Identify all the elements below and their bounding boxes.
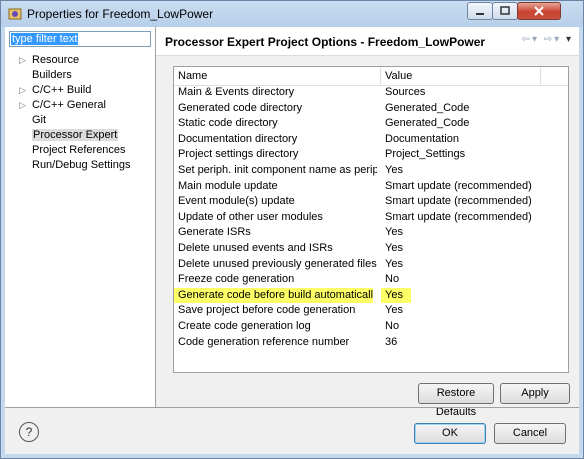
option-value[interactable]: Yes bbox=[381, 241, 535, 257]
option-name: Event module(s) update bbox=[178, 195, 295, 208]
apply-button[interactable]: Apply bbox=[500, 383, 570, 404]
table-row[interactable]: Generated code directory Generated_Code bbox=[174, 101, 568, 117]
option-value[interactable]: No bbox=[381, 319, 535, 335]
help-icon[interactable]: ? bbox=[19, 422, 39, 442]
table-row[interactable]: Create code generation log No bbox=[174, 319, 568, 335]
option-value[interactable]: Generated_Code bbox=[381, 101, 535, 117]
expand-arrow-icon[interactable]: ▷ bbox=[19, 98, 26, 113]
option-name: Documentation directory bbox=[178, 132, 298, 145]
tree-item-resource[interactable]: ▷ Resource bbox=[5, 53, 155, 68]
view-menu-icon[interactable]: ▾ bbox=[566, 34, 573, 45]
option-value[interactable]: Documentation bbox=[381, 132, 535, 148]
tree-item-run-debug-settings[interactable]: Run/Debug Settings bbox=[5, 158, 155, 173]
table-row[interactable]: Static code directory Generated_Code bbox=[174, 116, 568, 132]
column-header-value[interactable]: Value bbox=[381, 67, 541, 85]
option-value[interactable]: Yes bbox=[381, 257, 535, 273]
properties-dialog: Properties for Freedom_LowPower type fil… bbox=[0, 0, 584, 459]
window-title: Properties for Freedom_LowPower bbox=[27, 7, 214, 21]
preference-tree: ▷ Resource Builders ▷ C/C++ Build ▷ C/C++ G… bbox=[5, 53, 155, 173]
option-name: Save project before code generation bbox=[178, 304, 356, 317]
tree-item-processor-expert[interactable]: Processor Expert bbox=[5, 128, 155, 143]
dialog-body: type filter text ▷ Resource Builders ▷ C/C… bbox=[5, 27, 579, 454]
chevron-down-icon[interactable]: ▾ bbox=[532, 34, 539, 45]
table-row[interactable]: Project settings directory Project_Settin… bbox=[174, 147, 568, 163]
option-value[interactable]: Yes bbox=[381, 163, 535, 179]
table-row[interactable]: Main & Events directory Sources bbox=[174, 85, 568, 101]
table-row[interactable]: Delete unused previously generated files… bbox=[174, 257, 568, 273]
table-row[interactable]: Freeze code generation No bbox=[174, 272, 568, 288]
option-value[interactable]: Yes bbox=[381, 303, 535, 319]
expand-arrow-icon[interactable]: ▷ bbox=[19, 53, 26, 68]
history-navigation: ⇦▾ ⇨▾ ▾ bbox=[522, 34, 573, 45]
properties-page: Processor Expert Project Options - Freed… bbox=[156, 27, 579, 418]
page-header: Processor Expert Project Options - Freed… bbox=[156, 27, 579, 56]
app-icon bbox=[8, 8, 22, 20]
table-row[interactable]: Event module(s) update Smart update (reco… bbox=[174, 194, 568, 210]
option-value[interactable]: Smart update (recommended) bbox=[381, 179, 535, 195]
option-name: Set periph. init component name as perip… bbox=[178, 163, 377, 176]
option-name: Generate code before build automatically bbox=[174, 287, 373, 304]
option-name: Project settings directory bbox=[178, 148, 299, 161]
option-name: Code generation reference number bbox=[178, 335, 350, 348]
option-name: Generated code directory bbox=[178, 101, 303, 114]
expand-arrow-icon[interactable]: ▷ bbox=[19, 83, 26, 98]
tree-item-cpp-build[interactable]: ▷ C/C++ Build bbox=[5, 83, 155, 98]
option-name: Create code generation log bbox=[178, 319, 311, 332]
option-name: Delete unused previously generated files bbox=[178, 257, 377, 270]
option-name: Generate ISRs bbox=[178, 226, 251, 239]
navigation-pane: type filter text ▷ Resource Builders ▷ C/C… bbox=[5, 27, 156, 407]
tree-item-project-references[interactable]: Project References bbox=[5, 143, 155, 158]
close-button[interactable] bbox=[517, 2, 561, 20]
chevron-down-icon[interactable]: ▾ bbox=[554, 34, 561, 45]
maximize-button[interactable] bbox=[492, 2, 518, 20]
option-value[interactable]: Sources bbox=[381, 85, 535, 101]
table-row[interactable]: Generate ISRs Yes bbox=[174, 225, 568, 241]
option-value[interactable]: No bbox=[381, 272, 535, 288]
option-value[interactable]: Smart update (recommended) bbox=[381, 210, 535, 226]
option-name: Main & Events directory bbox=[178, 86, 295, 98]
restore-defaults-button[interactable]: Restore Defaults bbox=[418, 383, 494, 418]
option-name: Static code directory bbox=[178, 117, 278, 130]
filter-input[interactable]: type filter text bbox=[9, 31, 151, 47]
table-row[interactable]: Main module update Smart update (recommen… bbox=[174, 179, 568, 195]
option-name: Update of other user modules bbox=[178, 210, 323, 223]
table-row[interactable]: Set periph. init component name as perip… bbox=[174, 163, 568, 179]
option-name: Delete unused events and ISRs bbox=[178, 241, 333, 254]
cancel-button[interactable]: Cancel bbox=[494, 423, 566, 444]
option-name: Freeze code generation bbox=[178, 273, 295, 286]
option-value[interactable]: Project_Settings bbox=[381, 147, 535, 163]
table-body: Main & Events directory Sources Generated … bbox=[174, 85, 568, 350]
options-table: Name Value Main & Events directory Source… bbox=[173, 66, 569, 373]
table-header: Name Value bbox=[174, 67, 568, 86]
ok-button[interactable]: OK bbox=[414, 423, 486, 444]
option-value[interactable]: Generated_Code bbox=[381, 116, 535, 132]
table-row[interactable]: Delete unused events and ISRs Yes bbox=[174, 241, 568, 257]
minimize-button[interactable] bbox=[467, 2, 493, 20]
option-value[interactable]: 36 bbox=[381, 335, 535, 351]
tree-item-cpp-general[interactable]: ▷ C/C++ General bbox=[5, 98, 155, 113]
table-row[interactable]: Documentation directory Documentation bbox=[174, 132, 568, 148]
option-value[interactable]: Yes bbox=[381, 225, 535, 241]
forward-icon[interactable]: ⇨ bbox=[544, 34, 554, 45]
title-bar[interactable]: Properties for Freedom_LowPower bbox=[1, 1, 583, 27]
filter-text: type filter text bbox=[11, 33, 79, 45]
tree-item-builders[interactable]: Builders bbox=[5, 68, 155, 83]
column-header-name[interactable]: Name bbox=[174, 67, 381, 85]
table-row[interactable]: Update of other user modules Smart update… bbox=[174, 210, 568, 226]
option-value[interactable]: Smart update (recommended) bbox=[381, 194, 535, 210]
table-row[interactable]: Code generation reference number 36 bbox=[174, 335, 568, 351]
back-icon[interactable]: ⇦ bbox=[522, 34, 532, 45]
divider bbox=[5, 407, 579, 408]
page-title: Processor Expert Project Options - Freed… bbox=[165, 35, 486, 49]
table-row[interactable]: Generate code before build automatically… bbox=[174, 287, 568, 304]
tree-item-git[interactable]: Git bbox=[5, 113, 155, 128]
table-row[interactable]: Save project before code generation Yes bbox=[174, 303, 568, 319]
option-name: Main module update bbox=[178, 179, 278, 192]
option-value[interactable]: Yes bbox=[381, 287, 411, 304]
